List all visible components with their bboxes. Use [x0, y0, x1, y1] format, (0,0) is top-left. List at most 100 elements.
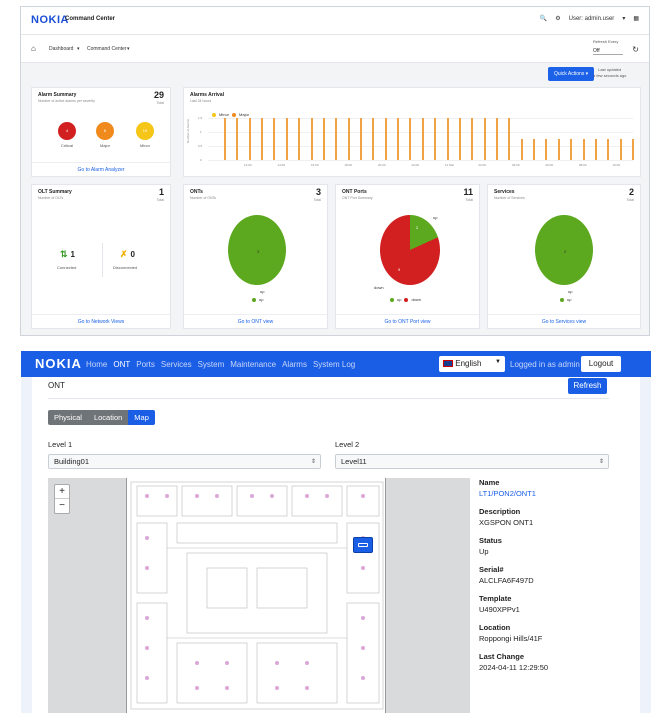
y-tick: 1.5 [198, 116, 203, 120]
card-title: Alarm Summary [38, 92, 77, 98]
alarm-bar[interactable] [496, 118, 498, 160]
major-label: Major [99, 143, 110, 148]
zoom-in-button[interactable]: + [55, 485, 69, 499]
alarm-bar[interactable] [533, 139, 536, 160]
refresh-select[interactable]: Refresh Every Off [593, 39, 623, 55]
ont-port-view-link[interactable]: Go to ONT Port view [336, 314, 479, 328]
alarm-bar[interactable] [409, 118, 412, 160]
card-title: ONTs [190, 189, 203, 195]
nav-system[interactable]: System [198, 360, 225, 369]
alarm-bar[interactable] [483, 118, 486, 160]
language-select[interactable]: English ▼ [439, 356, 505, 372]
breadcrumb-dashboard[interactable]: Dashboard [49, 46, 73, 52]
nav-home[interactable]: Home [86, 360, 107, 369]
nav-system-log[interactable]: System Log [313, 360, 355, 369]
detail-value-name[interactable]: LT1/PON2/ONT1 [479, 489, 629, 507]
tab-location[interactable]: Location [87, 410, 129, 425]
alarm-bar[interactable] [298, 118, 301, 160]
ont-marker-icon[interactable] [353, 537, 373, 553]
apps-grid-icon[interactable]: ▦ [633, 15, 639, 22]
search-icon[interactable]: 🔍 [540, 15, 547, 22]
alarm-bar[interactable] [582, 139, 585, 160]
alarm-bar[interactable] [632, 139, 634, 160]
reload-icon[interactable]: ↻ [632, 45, 639, 54]
up-legend-dot [252, 297, 256, 302]
alarm-bar[interactable] [545, 139, 548, 160]
nav-maintenance[interactable]: Maintenance [230, 360, 276, 369]
legend-up: up [567, 297, 572, 302]
pie-value: 3 [257, 249, 260, 254]
nav-ont[interactable]: ONT [113, 360, 130, 369]
alarm-bar[interactable] [236, 118, 239, 160]
alarm-bar[interactable] [261, 118, 264, 160]
minor-alarm-circle[interactable]: 19 [136, 122, 154, 140]
network-views-link[interactable]: Go to Network Views [32, 314, 170, 328]
alarm-bar[interactable] [397, 118, 400, 160]
ont-device-icon [358, 543, 368, 547]
alarm-bar[interactable] [471, 118, 474, 160]
alarm-bar[interactable] [273, 118, 276, 160]
services-view-link[interactable]: Go to Services view [488, 314, 640, 328]
pie-legend: up down [390, 297, 421, 302]
updown-caret-icon: ⇕ [310, 459, 316, 465]
x-tick: 04:00 [512, 163, 520, 167]
major-alarm-circle[interactable]: 6 [96, 122, 114, 140]
connected-stat: ⇅ 1 [60, 249, 75, 260]
critical-alarm-circle[interactable]: 4 [58, 122, 76, 140]
alarm-bar[interactable] [372, 118, 375, 160]
nav-ports[interactable]: Ports [136, 360, 155, 369]
tab-physical[interactable]: Physical [48, 410, 88, 425]
alarm-bar[interactable] [520, 139, 523, 160]
detail-key-name: Name [479, 478, 500, 487]
nav-alarms[interactable]: Alarms [282, 360, 307, 369]
alarm-bar[interactable] [322, 118, 325, 160]
y-tick: 1 [200, 130, 202, 134]
alarm-bar[interactable] [607, 139, 610, 160]
refresh-value[interactable]: Off [593, 48, 623, 55]
alarm-bar[interactable] [347, 118, 350, 160]
quick-actions-button[interactable]: Quick Actions ▾ [548, 67, 595, 81]
alarm-bar[interactable] [224, 118, 226, 160]
alarm-bar[interactable] [384, 118, 387, 160]
home-icon[interactable]: ⌂ [31, 44, 36, 53]
card-subtitle: ONT Port Summary [342, 196, 373, 200]
user-menu[interactable]: User: admin.user [569, 16, 615, 22]
alarm-bar[interactable] [285, 118, 288, 160]
alarm-bar[interactable] [619, 139, 622, 160]
level2-select[interactable]: Level11 ⇕ [335, 454, 609, 469]
alarm-bar[interactable] [310, 118, 313, 160]
alarm-analyzer-link[interactable]: Go to Alarm Analyzer [32, 162, 170, 176]
ont-view-link[interactable]: Go to ONT view [184, 314, 327, 328]
pie-value: 2 [564, 249, 567, 254]
alarm-bar[interactable] [434, 118, 437, 160]
alarm-bar[interactable] [248, 118, 251, 160]
zoom-control: + − [54, 484, 70, 514]
level1-select[interactable]: Building01 ⇕ [48, 454, 321, 469]
ont-details-panel: Name LT1/PON2/ONT1 Description XGSPON ONT1 S… [479, 478, 629, 681]
alarm-bar[interactable] [508, 118, 511, 160]
zoom-out-button[interactable]: − [55, 499, 69, 513]
breadcrumb-command-center[interactable]: Command Center [87, 46, 126, 52]
breadcrumb-bar: ⌂ Dashboard ▾ Command Center ▾ Refresh E… [21, 35, 649, 63]
logout-button[interactable]: Logout [581, 356, 621, 372]
alarm-bar[interactable] [421, 118, 424, 160]
floor-map[interactable]: + − [48, 478, 470, 713]
alarm-bar[interactable] [335, 118, 338, 160]
alarm-bar[interactable] [570, 139, 573, 160]
x-tick: 18:00 [344, 163, 353, 167]
alarm-bar[interactable] [557, 139, 560, 160]
tab-map[interactable]: Map [128, 410, 155, 425]
alarms-arrival-card: Alarms Arrival Last 24 hours Minor Major… [183, 87, 641, 177]
alarm-bar[interactable] [360, 118, 362, 160]
nav-services[interactable]: Services [161, 360, 192, 369]
refresh-button[interactable]: Refresh [568, 378, 607, 394]
alarm-bar[interactable] [446, 118, 449, 160]
alarm-bar[interactable] [458, 118, 461, 160]
legend-up: up [397, 297, 402, 302]
alarm-bar[interactable] [594, 139, 597, 160]
olt-summary-card: OLT Summary Number of OLTs 1 Total ⇅ 1 Co… [31, 184, 171, 329]
ont-port-pie-chart[interactable] [380, 215, 440, 285]
connected-count: 1 [70, 250, 75, 259]
detail-value-last-change: 2024-04-11 12:29:50 [479, 663, 549, 672]
gear-icon[interactable]: ⚙ [555, 15, 560, 22]
